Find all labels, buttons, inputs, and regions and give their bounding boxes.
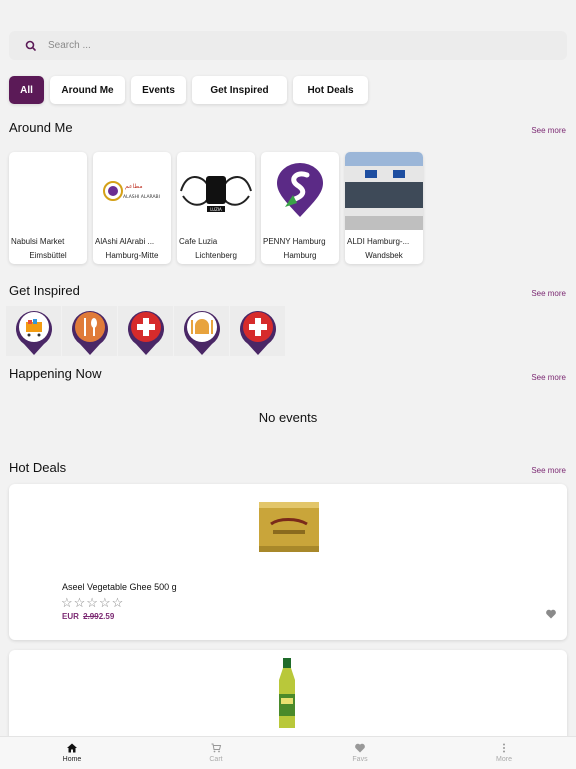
category-tabs: All Around Me Events Get Inspired Hot De… <box>9 76 368 104</box>
tab-hot-deals[interactable]: Hot Deals <box>293 76 368 104</box>
heart-icon <box>355 743 365 753</box>
logo-text: LUZIA <box>210 207 222 212</box>
nav-label: Favs <box>352 756 368 763</box>
tab-all[interactable]: All <box>9 76 44 104</box>
svg-text:مطاعم: مطاعم <box>125 183 143 190</box>
nav-home[interactable]: Home <box>0 737 144 769</box>
favorite-heart-icon[interactable] <box>545 608 557 620</box>
no-events-message: No events <box>258 410 318 425</box>
product-image <box>279 658 295 728</box>
happening-now-title: Happening Now <box>9 366 102 381</box>
hot-deals-see-more-link[interactable]: See more <box>531 466 566 475</box>
price-new: 2.99 <box>83 612 99 621</box>
tab-events[interactable]: Events <box>131 76 186 104</box>
nav-more[interactable]: More <box>432 737 576 769</box>
place-area: Hamburg <box>283 251 317 260</box>
price-old: 2.59 <box>98 612 115 621</box>
place-card[interactable]: PENNY Hamburg Hamburg <box>261 152 339 264</box>
logo-text: ALASHI ALARABI <box>123 194 160 200</box>
rating-stars[interactable]: ☆☆☆☆☆ <box>61 595 124 611</box>
home-icon <box>67 743 77 753</box>
tab-get-inspired[interactable]: Get Inspired <box>192 76 287 104</box>
inspiration-list <box>6 306 285 356</box>
around-me-title: Around Me <box>9 120 73 135</box>
place-image <box>9 152 87 230</box>
happening-now-see-more-link[interactable]: See more <box>531 373 566 382</box>
medical-pin-icon[interactable] <box>118 306 173 356</box>
nav-cart[interactable]: Cart <box>144 737 288 769</box>
search-icon <box>25 40 36 51</box>
place-logo: مطاعم ALASHI ALARABI <box>93 152 171 230</box>
place-area: Lichtenberg <box>195 251 237 260</box>
deal-card[interactable]: Aseel Vegetable Ghee 500 g ☆☆☆☆☆ EUR 2.9… <box>9 484 567 640</box>
place-area: Wandsbek <box>365 251 403 260</box>
hot-deals-title: Hot Deals <box>9 460 67 475</box>
place-area: Eimsbüttel <box>29 251 67 260</box>
product-price: EUR 2.992.59 <box>62 612 114 621</box>
around-me-see-more-link[interactable]: See more <box>531 126 566 135</box>
product-image <box>259 502 319 552</box>
place-name: ALDI Hamburg-... <box>347 237 410 246</box>
place-image <box>345 152 423 230</box>
nav-favs[interactable]: Favs <box>288 737 432 769</box>
place-logo: LUZIA <box>177 152 255 230</box>
product-name: Aseel Vegetable Ghee 500 g <box>62 582 177 592</box>
place-name: Cafe Luzia <box>179 237 218 246</box>
price-currency: EUR <box>62 612 79 621</box>
place-card[interactable]: ALDI Hamburg-... Wandsbek <box>345 152 423 264</box>
medical-pin-icon[interactable] <box>230 306 285 356</box>
nav-label: Cart <box>209 756 223 763</box>
bottom-navigation: Home Cart Favs More <box>0 736 576 769</box>
shopping-cart-pin-icon[interactable] <box>6 306 61 356</box>
search-bar[interactable] <box>9 31 567 60</box>
place-name: PENNY Hamburg <box>263 237 326 246</box>
nav-label: More <box>496 756 512 763</box>
place-logo <box>261 152 339 230</box>
search-input[interactable] <box>46 39 530 52</box>
cart-icon <box>211 743 222 753</box>
nav-label: Home <box>62 756 82 763</box>
get-inspired-title: Get Inspired <box>9 283 80 298</box>
place-card[interactable]: مطاعم ALASHI ALARABI AlAshi AlArabi ... … <box>93 152 171 264</box>
place-card[interactable]: Nabulsi Market Eimsbüttel <box>9 152 87 264</box>
mosque-pin-icon[interactable] <box>174 306 229 356</box>
restaurant-pin-icon[interactable] <box>62 306 117 356</box>
place-name: Nabulsi Market <box>11 237 65 246</box>
place-name: AlAshi AlArabi ... <box>95 237 155 246</box>
place-area: Hamburg-Mitte <box>105 251 159 260</box>
around-me-list: Nabulsi Market Eimsbüttel مطاعم ALASHI A… <box>9 152 423 264</box>
tab-around-me[interactable]: Around Me <box>50 76 125 104</box>
more-vertical-icon <box>503 743 505 753</box>
place-card[interactable]: LUZIA Cafe Luzia Lichtenberg <box>177 152 255 264</box>
get-inspired-see-more-link[interactable]: See more <box>531 289 566 298</box>
